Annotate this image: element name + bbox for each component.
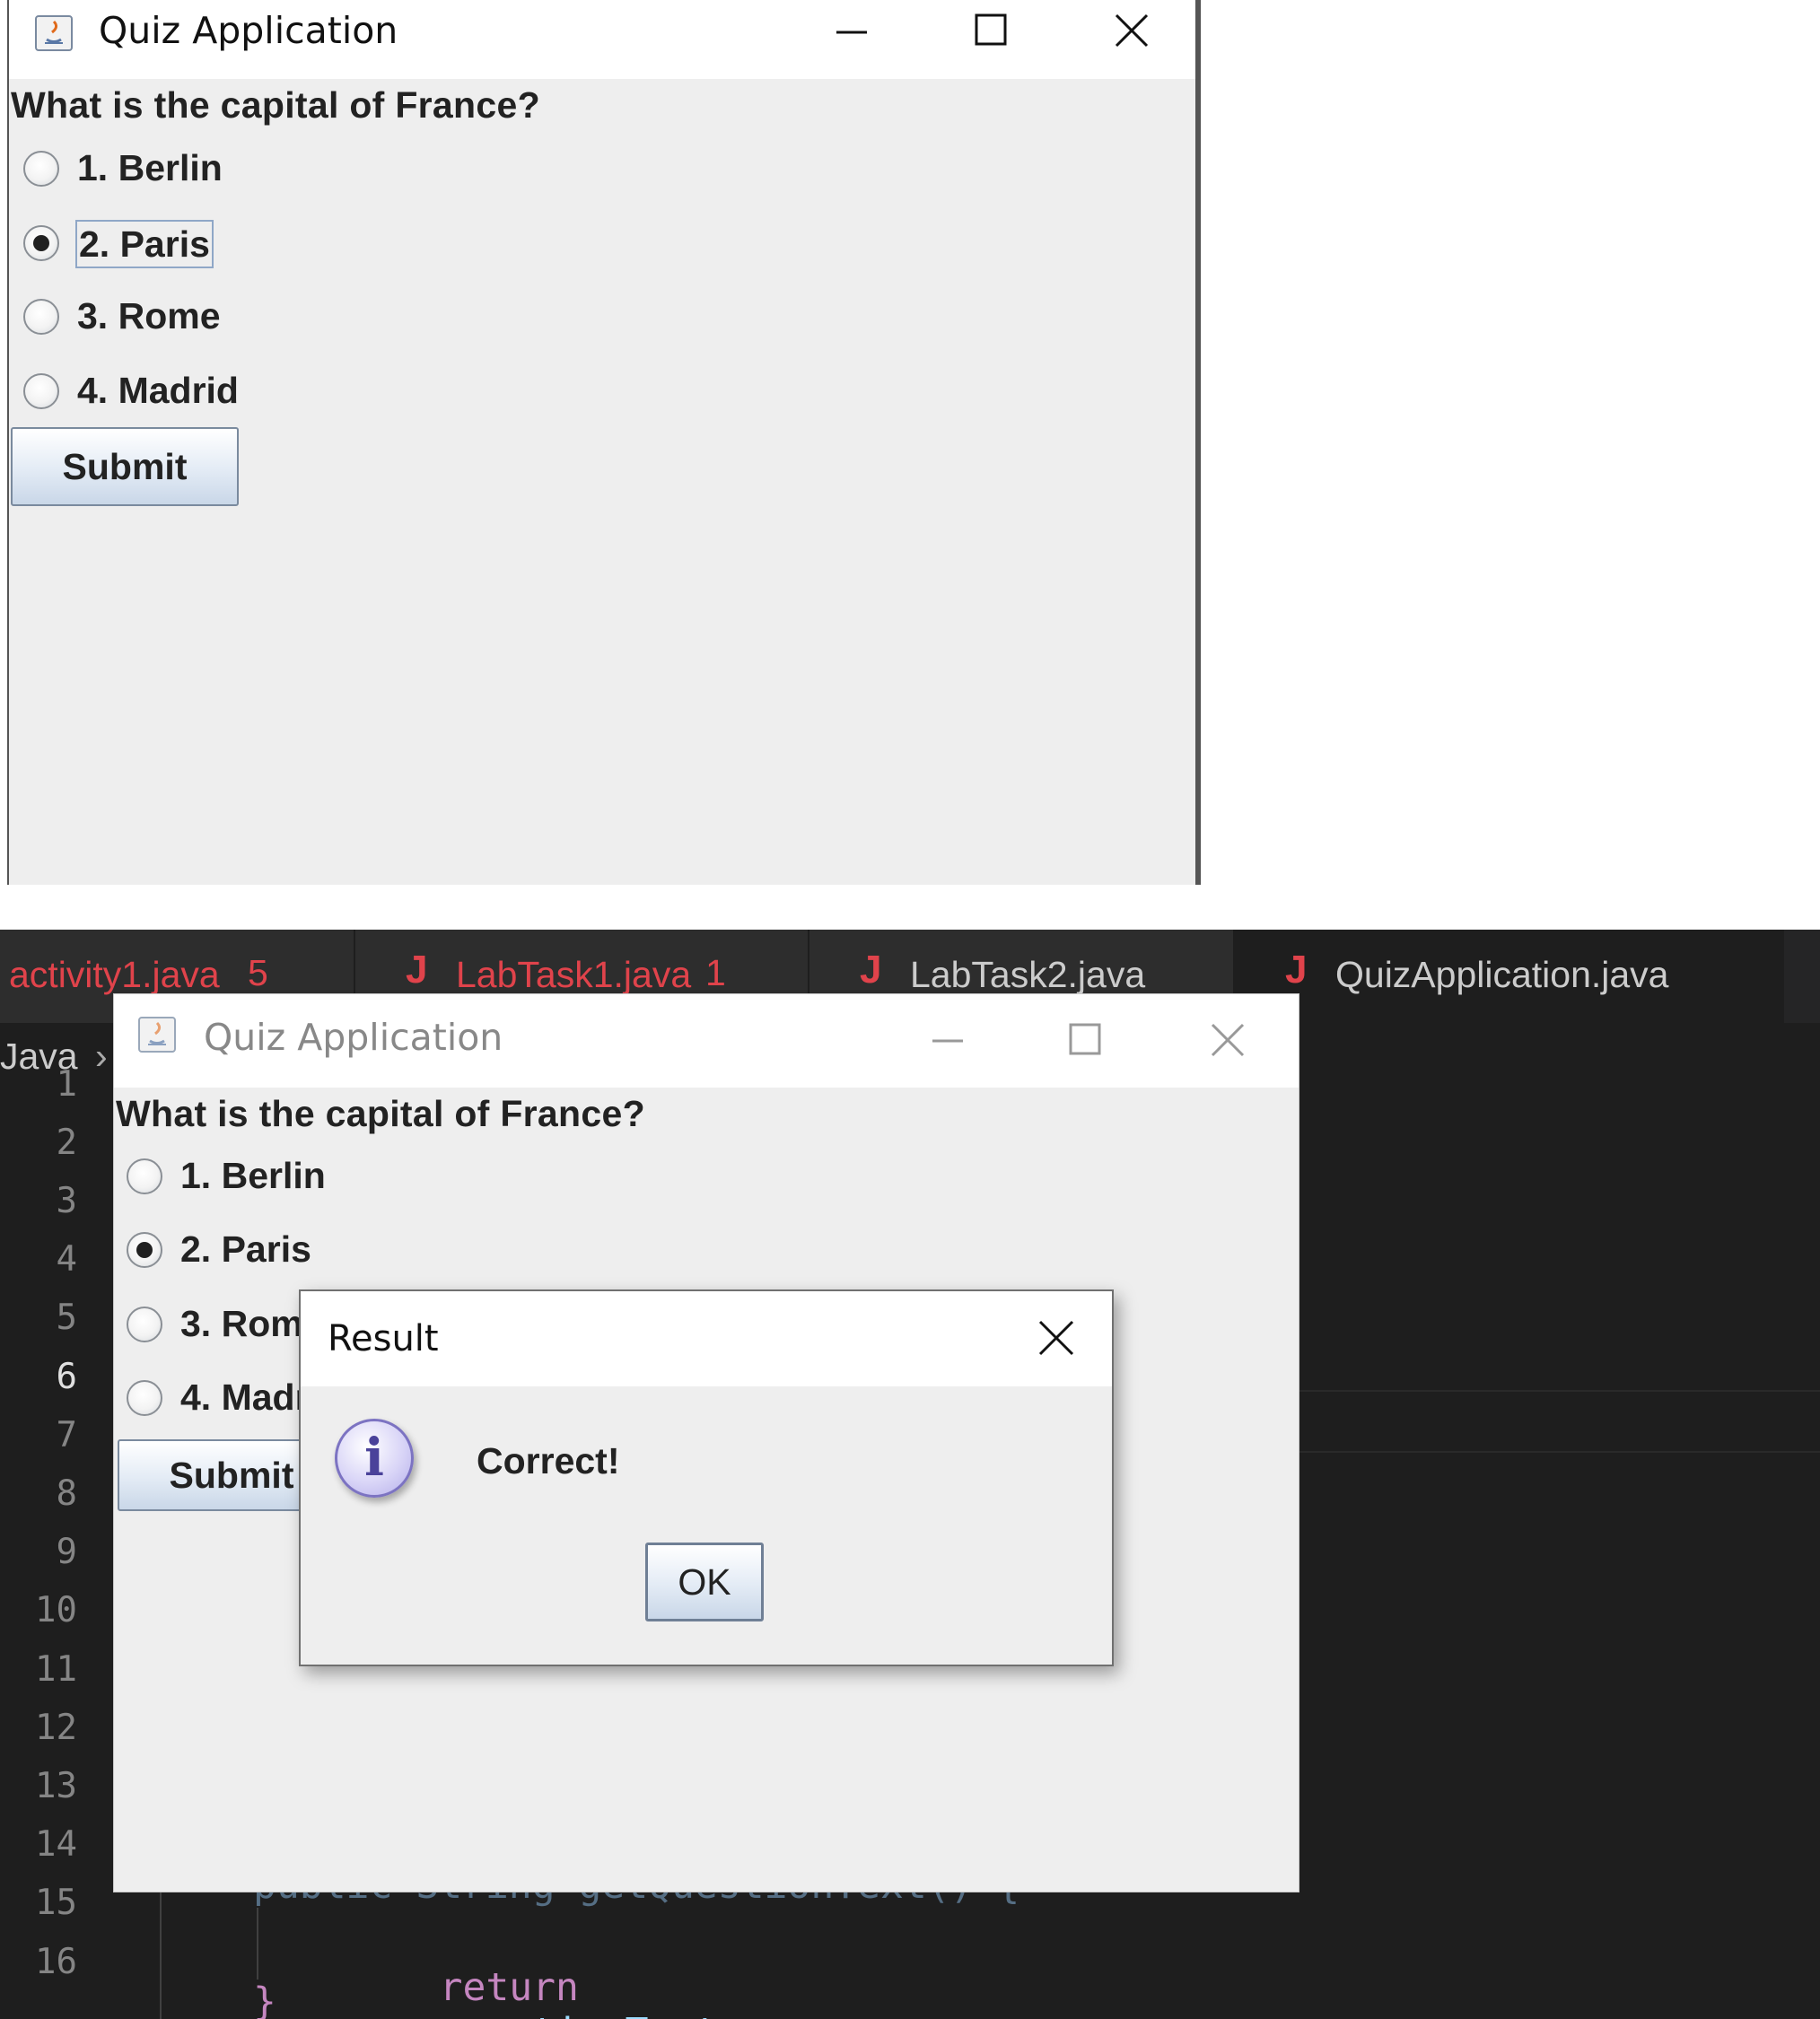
radio-button[interactable] xyxy=(127,1380,162,1416)
maximize-button[interactable] xyxy=(1026,1009,1142,1071)
option-label: 4. Madrid xyxy=(77,370,239,411)
line-number: 9 xyxy=(56,1532,77,1572)
chevron-right-icon: › xyxy=(95,1036,108,1077)
code-identifier: questionText xyxy=(440,2010,719,2019)
line-number: 14 xyxy=(35,1824,77,1865)
minimize-icon xyxy=(932,1039,963,1043)
tab-quizapplication[interactable]: J QuizApplication.java xyxy=(1235,930,1784,1023)
dialog-title: Result xyxy=(328,1318,439,1359)
option-label: 1. Berlin xyxy=(180,1155,326,1196)
breadcrumb[interactable]: Java › xyxy=(0,1036,108,1078)
line-number: 10 xyxy=(35,1590,77,1630)
problem-count: 1 xyxy=(705,952,726,993)
option-label: 4. Madr xyxy=(180,1377,310,1418)
radio-button-selected[interactable] xyxy=(23,225,59,261)
line-number: 13 xyxy=(35,1766,77,1806)
line-number: 3 xyxy=(56,1181,77,1221)
radio-button[interactable] xyxy=(23,299,59,335)
maximize-button[interactable] xyxy=(932,0,1048,63)
line-number: 8 xyxy=(56,1473,77,1514)
submit-button[interactable]: Submit xyxy=(11,427,239,506)
line-number: 7 xyxy=(56,1415,77,1455)
line-number-current: 6 xyxy=(56,1357,77,1397)
tab-label: QuizApplication.java xyxy=(1335,954,1669,995)
close-icon xyxy=(1038,1320,1074,1356)
indent-guide xyxy=(257,1908,258,1980)
radio-button-selected[interactable] xyxy=(127,1232,162,1268)
option-label: 3. Rome xyxy=(77,295,221,336)
dialog-title-bar[interactable]: Result xyxy=(301,1291,1112,1386)
radio-button[interactable] xyxy=(127,1158,162,1194)
title-bar[interactable]: Quiz Application xyxy=(114,994,1299,1088)
current-line-highlight xyxy=(1299,1390,1820,1453)
line-number: 1 xyxy=(56,1064,77,1105)
minimize-icon xyxy=(836,31,867,34)
close-button[interactable] xyxy=(1073,0,1190,63)
code-keyword: return xyxy=(439,1965,579,2010)
line-number: 4 xyxy=(56,1239,77,1280)
result-dialog: Result i Correct! OK xyxy=(299,1289,1114,1666)
problem-count: 5 xyxy=(248,952,268,993)
line-number: 12 xyxy=(35,1708,77,1748)
option-label: 3. Rom xyxy=(180,1303,303,1344)
information-icon: i xyxy=(335,1419,414,1498)
code-line-16: } xyxy=(253,1980,276,2019)
option-label: 1. Berlin xyxy=(77,147,223,188)
line-number: 15 xyxy=(35,1883,77,1923)
question-label: What is the capital of France? xyxy=(11,84,540,126)
question-label: What is the capital of France? xyxy=(116,1093,645,1134)
minimize-button[interactable] xyxy=(888,1009,1004,1071)
close-icon xyxy=(1115,13,1149,48)
radio-button[interactable] xyxy=(23,151,59,187)
line-number: 2 xyxy=(56,1123,77,1163)
minimize-button[interactable] xyxy=(792,0,908,63)
java-file-icon: J xyxy=(406,948,428,992)
code-punctuation: ; xyxy=(718,2010,741,2019)
line-number: 16 xyxy=(35,1942,77,1982)
close-button[interactable] xyxy=(1169,1009,1286,1071)
quiz-window-top: Quiz Application What is the capital of … xyxy=(7,0,1201,885)
radio-button[interactable] xyxy=(23,373,59,409)
java-file-icon: J xyxy=(860,948,882,992)
title-bar[interactable]: Quiz Application xyxy=(9,0,1195,79)
window-title: Quiz Application xyxy=(204,1016,503,1059)
tab-label: LabTask1.java xyxy=(456,954,692,995)
java-app-icon xyxy=(138,1017,176,1053)
code-line-15: return questionText; xyxy=(346,1920,742,2019)
tab-label: activity1.java xyxy=(9,954,220,995)
dialog-close-button[interactable] xyxy=(1029,1311,1083,1365)
java-file-icon: J xyxy=(1285,948,1308,992)
line-number: 11 xyxy=(35,1649,77,1690)
option-label: 2. Paris xyxy=(180,1228,311,1270)
radio-button[interactable] xyxy=(127,1307,162,1342)
maximize-icon xyxy=(1069,1023,1101,1055)
indent-guide xyxy=(160,1872,162,2019)
tab-label: LabTask2.java xyxy=(910,954,1146,995)
close-icon xyxy=(1211,1023,1245,1057)
line-number: 5 xyxy=(56,1298,77,1338)
maximize-icon xyxy=(975,13,1007,46)
option-label: 2. Paris xyxy=(75,220,214,268)
java-app-icon xyxy=(35,15,73,51)
dialog-message: Correct! xyxy=(477,1440,620,1481)
ok-button[interactable]: OK xyxy=(645,1543,764,1621)
info-glyph: i xyxy=(363,1427,385,1488)
window-title: Quiz Application xyxy=(99,9,398,52)
